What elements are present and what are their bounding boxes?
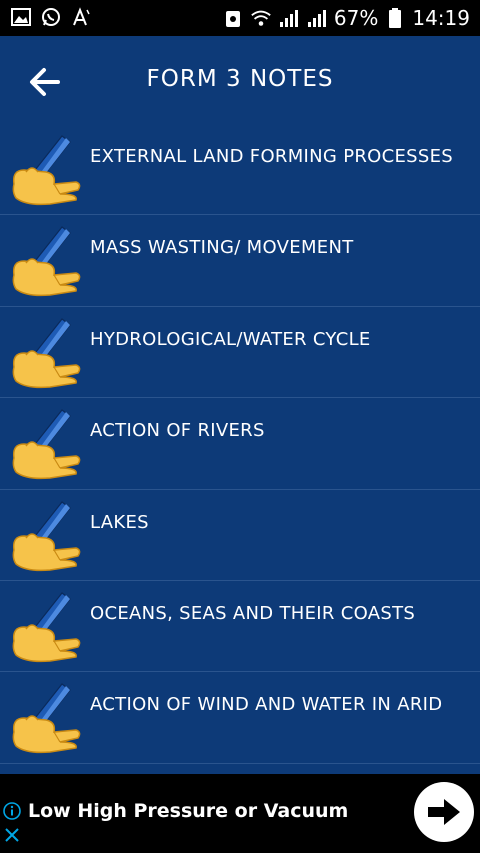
close-icon[interactable] bbox=[3, 826, 21, 844]
page-title: FORM 3 NOTES bbox=[146, 66, 334, 92]
list-item[interactable]: HYDROLOGICAL/WATER CYCLE bbox=[0, 307, 480, 399]
ad-text[interactable]: Low High Pressure or Vacuum bbox=[28, 800, 348, 822]
writing-hand-icon bbox=[6, 500, 84, 572]
list-item[interactable]: MASS WASTING/ MOVEMENT bbox=[0, 215, 480, 307]
list-item[interactable]: EXTERNAL LAND FORMING PROCESSES bbox=[0, 124, 480, 216]
signal-icon bbox=[306, 7, 328, 29]
list-item-label: ACTION OF RIVERS bbox=[90, 420, 265, 442]
list-item[interactable]: LAKES bbox=[0, 490, 480, 581]
writing-hand-icon bbox=[6, 317, 84, 389]
signal-icon bbox=[278, 7, 300, 29]
gallery-icon bbox=[10, 6, 32, 28]
writing-hand-icon bbox=[6, 591, 84, 663]
battery-icon bbox=[384, 7, 406, 29]
list-item[interactable]: OCEANS, SEAS AND THEIR COASTS bbox=[0, 581, 480, 673]
list-item-label: MASS WASTING/ MOVEMENT bbox=[90, 237, 354, 259]
list-item-label: EXTERNAL LAND FORMING PROCESSES bbox=[90, 146, 454, 167]
writing-hand-icon bbox=[6, 134, 84, 206]
status-right-icons: 67% 14:19 bbox=[222, 6, 470, 30]
writing-hand-icon bbox=[6, 225, 84, 297]
text-a-icon bbox=[70, 6, 92, 28]
list-item[interactable]: ACTION OF WIND AND WATER IN ARID bbox=[0, 672, 480, 764]
ad-banner[interactable]: Low High Pressure or Vacuum bbox=[0, 774, 480, 853]
list-item-label: LAKES bbox=[90, 511, 149, 533]
list-item[interactable]: ACTION OF RIVERS bbox=[0, 398, 480, 490]
wifi-icon bbox=[250, 7, 272, 29]
ad-cta-button[interactable] bbox=[414, 782, 474, 842]
list-item-label: HYDROLOGICAL/WATER CYCLE bbox=[90, 328, 371, 350]
notes-list: EXTERNAL LAND FORMING PROCESSES MASS WAS… bbox=[0, 124, 480, 774]
status-left-icons bbox=[10, 6, 92, 28]
status-time: 14:19 bbox=[412, 6, 470, 30]
whatsapp-icon bbox=[40, 6, 62, 28]
recycle-icon bbox=[222, 7, 244, 29]
battery-percent: 67% bbox=[333, 6, 379, 30]
app-bar: FORM 3 NOTES bbox=[0, 36, 480, 124]
arrow-right-icon bbox=[428, 799, 460, 825]
status-bar: 67% 14:19 bbox=[0, 0, 480, 36]
writing-hand-icon bbox=[6, 682, 84, 754]
list-item-label: OCEANS, SEAS AND THEIR COASTS bbox=[90, 602, 416, 624]
writing-hand-icon bbox=[6, 408, 84, 480]
info-icon[interactable] bbox=[3, 802, 21, 820]
list-item-label: ACTION OF WIND AND WATER IN ARID bbox=[90, 694, 443, 716]
